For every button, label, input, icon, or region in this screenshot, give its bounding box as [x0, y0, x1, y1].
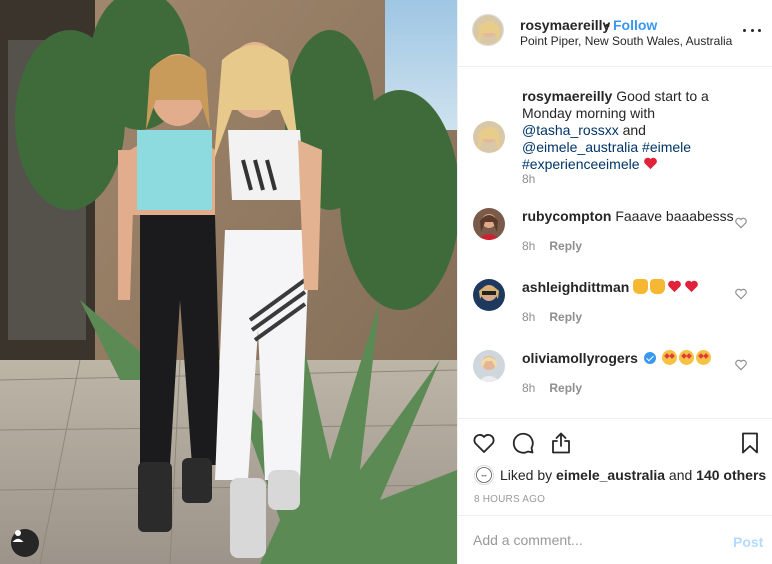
liked-by-user[interactable]: eimele_australia — [556, 467, 665, 483]
caption-and: and — [622, 122, 646, 138]
hashtag-link[interactable]: #eimele — [642, 139, 691, 155]
comment-username[interactable]: oliviamollyrogers — [522, 350, 638, 366]
caption-time[interactable]: 8h — [522, 172, 535, 186]
person-icon — [12, 530, 24, 542]
red-heart-emoji — [644, 157, 658, 170]
heart-outline-icon[interactable] — [472, 431, 496, 455]
comment-username[interactable]: ashleighdittman — [522, 279, 629, 295]
comment-input[interactable] — [473, 529, 713, 551]
red-heart-emoji — [668, 280, 682, 293]
post-side-panel: rosymaereilly • Follow Point Piper, New … — [457, 0, 772, 564]
praying-hands-emoji — [633, 279, 649, 294]
mention-link[interactable]: @eimele_australia — [522, 139, 638, 155]
comment-meta: 8h Reply — [522, 239, 582, 253]
star-struck-emoji — [661, 350, 677, 365]
bookmark-icon[interactable] — [738, 431, 762, 455]
post-photo[interactable] — [0, 0, 457, 564]
photo-scene — [0, 0, 457, 564]
post-timestamp[interactable]: 8 HOURS AGO — [474, 494, 545, 505]
follow-button[interactable]: Follow — [613, 17, 657, 33]
post-actions: ••• Liked by eimele_australia and 140 ot… — [458, 418, 772, 515]
comment-text: rubycompton Faaave baaabesss — [522, 208, 754, 225]
liked-by-and: and — [668, 467, 693, 483]
comment-icon[interactable] — [511, 431, 535, 455]
liked-by-prefix: Liked by — [500, 467, 553, 483]
star-struck-emoji — [695, 350, 711, 365]
reply-button[interactable]: Reply — [549, 310, 582, 324]
author-avatar[interactable] — [472, 14, 504, 46]
caption-username[interactable]: rosymaereilly — [522, 88, 612, 104]
tagged-users-button[interactable] — [11, 529, 39, 557]
like-comment-heart-icon[interactable] — [734, 216, 748, 230]
comment-time[interactable]: 8h — [522, 239, 535, 253]
comment-meta: 8h Reply — [522, 310, 582, 324]
hashtag-link[interactable]: #experienceeimele — [522, 156, 640, 172]
comment-text: ashleighdittman — [522, 279, 754, 296]
comment-meta: 8h Reply — [522, 381, 582, 395]
like-comment-heart-icon[interactable] — [734, 358, 748, 372]
liked-by-others[interactable]: 140 others — [696, 467, 766, 483]
comment-body: Faaave baaabesss — [615, 208, 734, 224]
commenter-avatar[interactable] — [473, 350, 505, 382]
post-comment-button[interactable]: Post — [733, 534, 763, 550]
post-location[interactable]: Point Piper, New South Wales, Australia — [520, 34, 732, 48]
caption-meta: 8h — [522, 172, 535, 186]
author-username[interactable]: rosymaereilly — [520, 17, 610, 33]
add-comment-bar: Post — [458, 515, 772, 564]
praying-hands-emoji — [650, 279, 666, 294]
comment-username[interactable]: rubycompton — [522, 208, 611, 224]
comments-list[interactable]: rosymaereilly Good start to a Monday mor… — [458, 68, 772, 418]
caption-author-avatar[interactable] — [473, 121, 505, 153]
more-options-icon[interactable] — [743, 22, 761, 38]
reply-button[interactable]: Reply — [549, 239, 582, 253]
caption-text: rosymaereilly Good start to a Monday mor… — [522, 88, 754, 173]
verified-badge-icon — [643, 352, 656, 364]
red-heart-emoji — [685, 280, 699, 293]
like-comment-heart-icon[interactable] — [734, 287, 748, 301]
svg-text:•••: ••• — [481, 474, 487, 480]
comment-text: oliviamollyrogers — [522, 350, 754, 367]
share-icon[interactable] — [549, 431, 573, 455]
commenter-avatar[interactable] — [473, 279, 505, 311]
comment-time[interactable]: 8h — [522, 381, 535, 395]
liker-avatar[interactable]: ••• — [474, 465, 494, 485]
likes-summary: ••• Liked by eimele_australia and 140 ot… — [474, 465, 766, 485]
header-separator: • — [605, 17, 610, 33]
reply-button[interactable]: Reply — [549, 381, 582, 395]
commenter-avatar[interactable] — [473, 208, 505, 240]
comment-time[interactable]: 8h — [522, 310, 535, 324]
post-header: rosymaereilly • Follow Point Piper, New … — [458, 0, 772, 67]
mention-link[interactable]: @tasha_rossxx — [522, 122, 619, 138]
star-struck-emoji — [678, 350, 694, 365]
